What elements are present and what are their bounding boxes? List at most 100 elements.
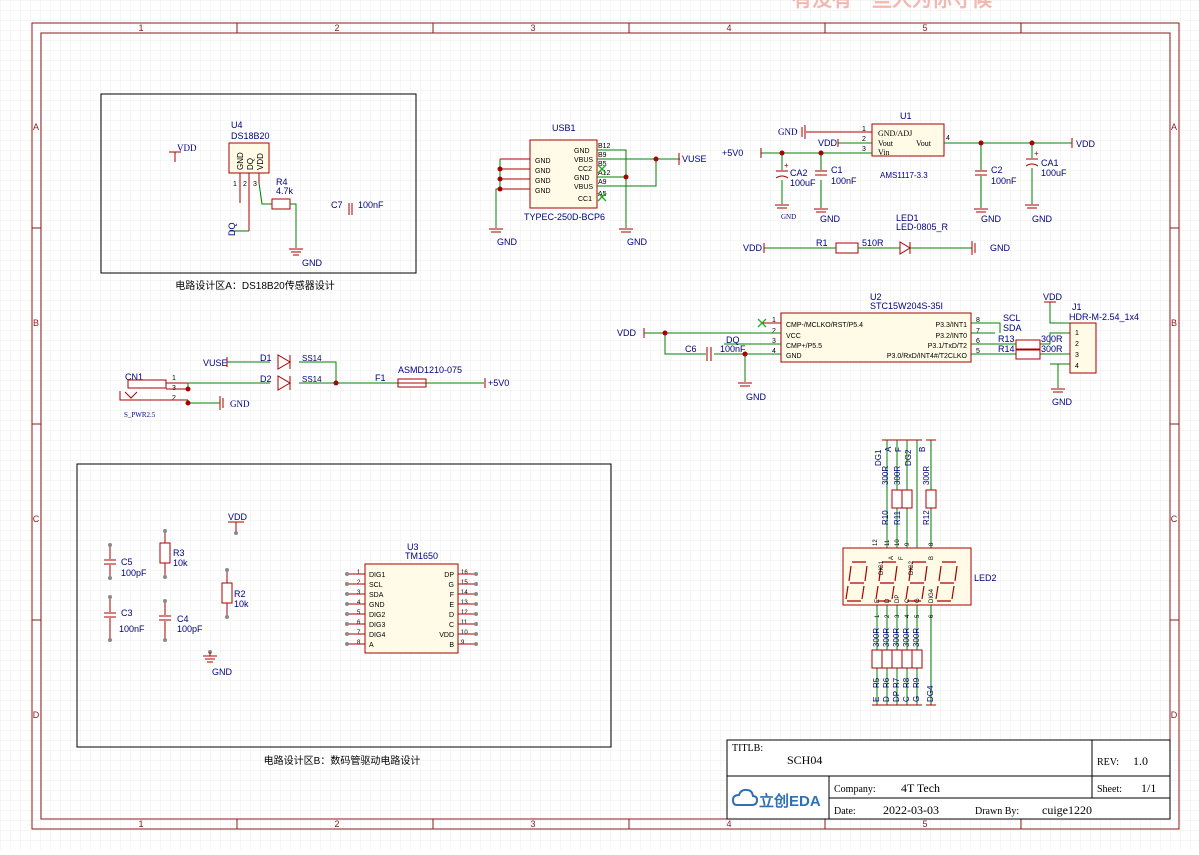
rev-value: 1.0 xyxy=(1133,754,1148,768)
r2-value: 10k xyxy=(234,599,249,609)
col-label: 3 xyxy=(530,819,535,829)
u4-pin-dq: DQ xyxy=(246,158,255,170)
vdd-label: VDD xyxy=(228,512,248,522)
u3-pin-num: 10 xyxy=(461,630,468,636)
c4-value: 100pF xyxy=(177,624,203,634)
gnd-label: GND xyxy=(1052,397,1073,407)
ca2-ref: CA2 xyxy=(790,168,808,178)
r4-value: 4.7k xyxy=(276,186,294,196)
d1-part: SS14 xyxy=(302,354,322,363)
led2-ref: LED2 xyxy=(974,573,997,583)
row-label: D xyxy=(33,710,40,720)
c6-ref: C6 xyxy=(685,344,697,354)
gnd-label: GND xyxy=(212,667,233,677)
u3-pin: C xyxy=(449,622,454,629)
u3-part: TM1650 xyxy=(405,551,438,561)
seg-net-top: B xyxy=(918,447,927,452)
row-label: C xyxy=(1171,514,1178,524)
r7-ref: R7 xyxy=(892,677,901,688)
col-label: 5 xyxy=(922,23,927,33)
u3-pin: DIG1 xyxy=(369,572,385,579)
usb1-pin-num: A9 xyxy=(598,179,607,186)
r6-ref: R6 xyxy=(882,677,891,688)
usb1-pin: VBUS xyxy=(574,184,593,191)
sda-net: SDA xyxy=(1003,323,1022,333)
vuse-label: VUSE xyxy=(203,358,228,368)
gnd-label: GND xyxy=(746,392,767,402)
r12-value: 300R xyxy=(922,466,931,485)
schematic-sheet: 有没有一些人为你守候 1 2 3 4 5 1 2 3 4 5 A B C D A… xyxy=(0,0,1199,850)
c5-ref: C5 xyxy=(121,557,133,567)
usb1-pin: GND xyxy=(574,175,590,182)
c6-value: 100nF xyxy=(720,344,746,354)
vuse-label: VUSE xyxy=(682,154,707,164)
u2-pin: CMP-/MCLKO/RST/P5.4 xyxy=(786,322,863,329)
gnd-label: GND xyxy=(781,213,796,221)
led2-top-label: DIG1 xyxy=(879,560,885,575)
row-label: B xyxy=(33,318,39,328)
banner-text: 有没有一些人为你守候 xyxy=(792,0,993,11)
r10-value: 300R xyxy=(881,466,890,485)
u1-pin-num: 4 xyxy=(946,135,950,142)
j1-pin: 4 xyxy=(1075,363,1079,370)
r8-value: 300R xyxy=(902,628,911,647)
c1-ref: C1 xyxy=(831,165,843,175)
u3-pin: A xyxy=(369,642,374,649)
title-value: SCH04 xyxy=(787,753,822,767)
row-label: C xyxy=(33,514,40,524)
r1-ref: R1 xyxy=(816,238,828,248)
u3-pin-num: 13 xyxy=(461,600,468,606)
gnd-label: GND xyxy=(1032,214,1053,224)
j1-pin: 2 xyxy=(1075,341,1079,348)
vdd-label: VDD xyxy=(818,138,838,148)
r7-value: 300R xyxy=(892,628,901,647)
u4-ref: U4 xyxy=(231,120,243,130)
u3-pin-num: 11 xyxy=(461,620,468,626)
seg-net-bottom: G xyxy=(912,696,921,702)
led2-top-num: 10 xyxy=(895,539,901,546)
drawn-label: Drawn By: xyxy=(975,806,1019,817)
seg-net-bottom: DG4 xyxy=(926,685,935,702)
led2-top-label: DIG2 xyxy=(909,560,915,575)
c7-value: 100nF xyxy=(358,200,384,210)
f1-ref: F1 xyxy=(375,373,386,383)
ca1-ref: CA1 xyxy=(1041,158,1059,168)
r9-ref: R9 xyxy=(912,677,921,688)
u3-pin-num: 14 xyxy=(461,590,468,596)
vdd-label: VDD xyxy=(177,143,197,153)
svg-text:+: + xyxy=(784,161,789,170)
j1-ref: J1 xyxy=(1072,302,1082,312)
u3-pin: SDA xyxy=(369,592,384,599)
u1-pin: Vout xyxy=(916,139,932,148)
usb1-pin: CC1 xyxy=(578,196,592,203)
u1-pin: GND/ADJ xyxy=(878,129,912,138)
led2-top-label: F xyxy=(899,556,905,560)
u3-pin: DIG4 xyxy=(369,632,385,639)
r12-ref: R12 xyxy=(922,510,931,525)
gnd-label: GND xyxy=(990,243,1011,253)
gnd-label: GND xyxy=(230,399,250,409)
u3-pin: VDD xyxy=(439,632,454,639)
j1-pin: 3 xyxy=(1075,352,1079,359)
f1-part: ASMD1210-075 xyxy=(398,365,462,375)
u2-pin-num: 7 xyxy=(976,328,980,335)
logo-text: 立创EDA xyxy=(759,792,821,810)
usb1-pin: GND xyxy=(535,188,551,195)
usb1-pin: GND xyxy=(535,158,551,165)
col-label: 1 xyxy=(138,819,143,829)
dq-net: DQ xyxy=(726,335,740,345)
sheet-value: 1/1 xyxy=(1141,781,1156,795)
u1-part: AMS1117-3.3 xyxy=(880,171,928,180)
drawn-value: cuige1220 xyxy=(1042,803,1092,817)
gnd-label: GND xyxy=(981,214,1002,224)
row-label: D xyxy=(1171,710,1178,720)
led2-bottom-label: E xyxy=(875,599,881,603)
c2-value: 100nF xyxy=(991,176,1017,186)
u2-pin: P3.1/TxD/T2 xyxy=(928,343,967,350)
gnd-label: GND xyxy=(497,237,518,247)
u3-pin-num: 16 xyxy=(461,570,468,576)
r14-ref: R14 xyxy=(998,344,1015,354)
cn1-pin: 1 xyxy=(172,375,176,382)
u4-pin-num: 2 xyxy=(243,181,247,188)
usb1-pin: CC2 xyxy=(578,166,592,173)
